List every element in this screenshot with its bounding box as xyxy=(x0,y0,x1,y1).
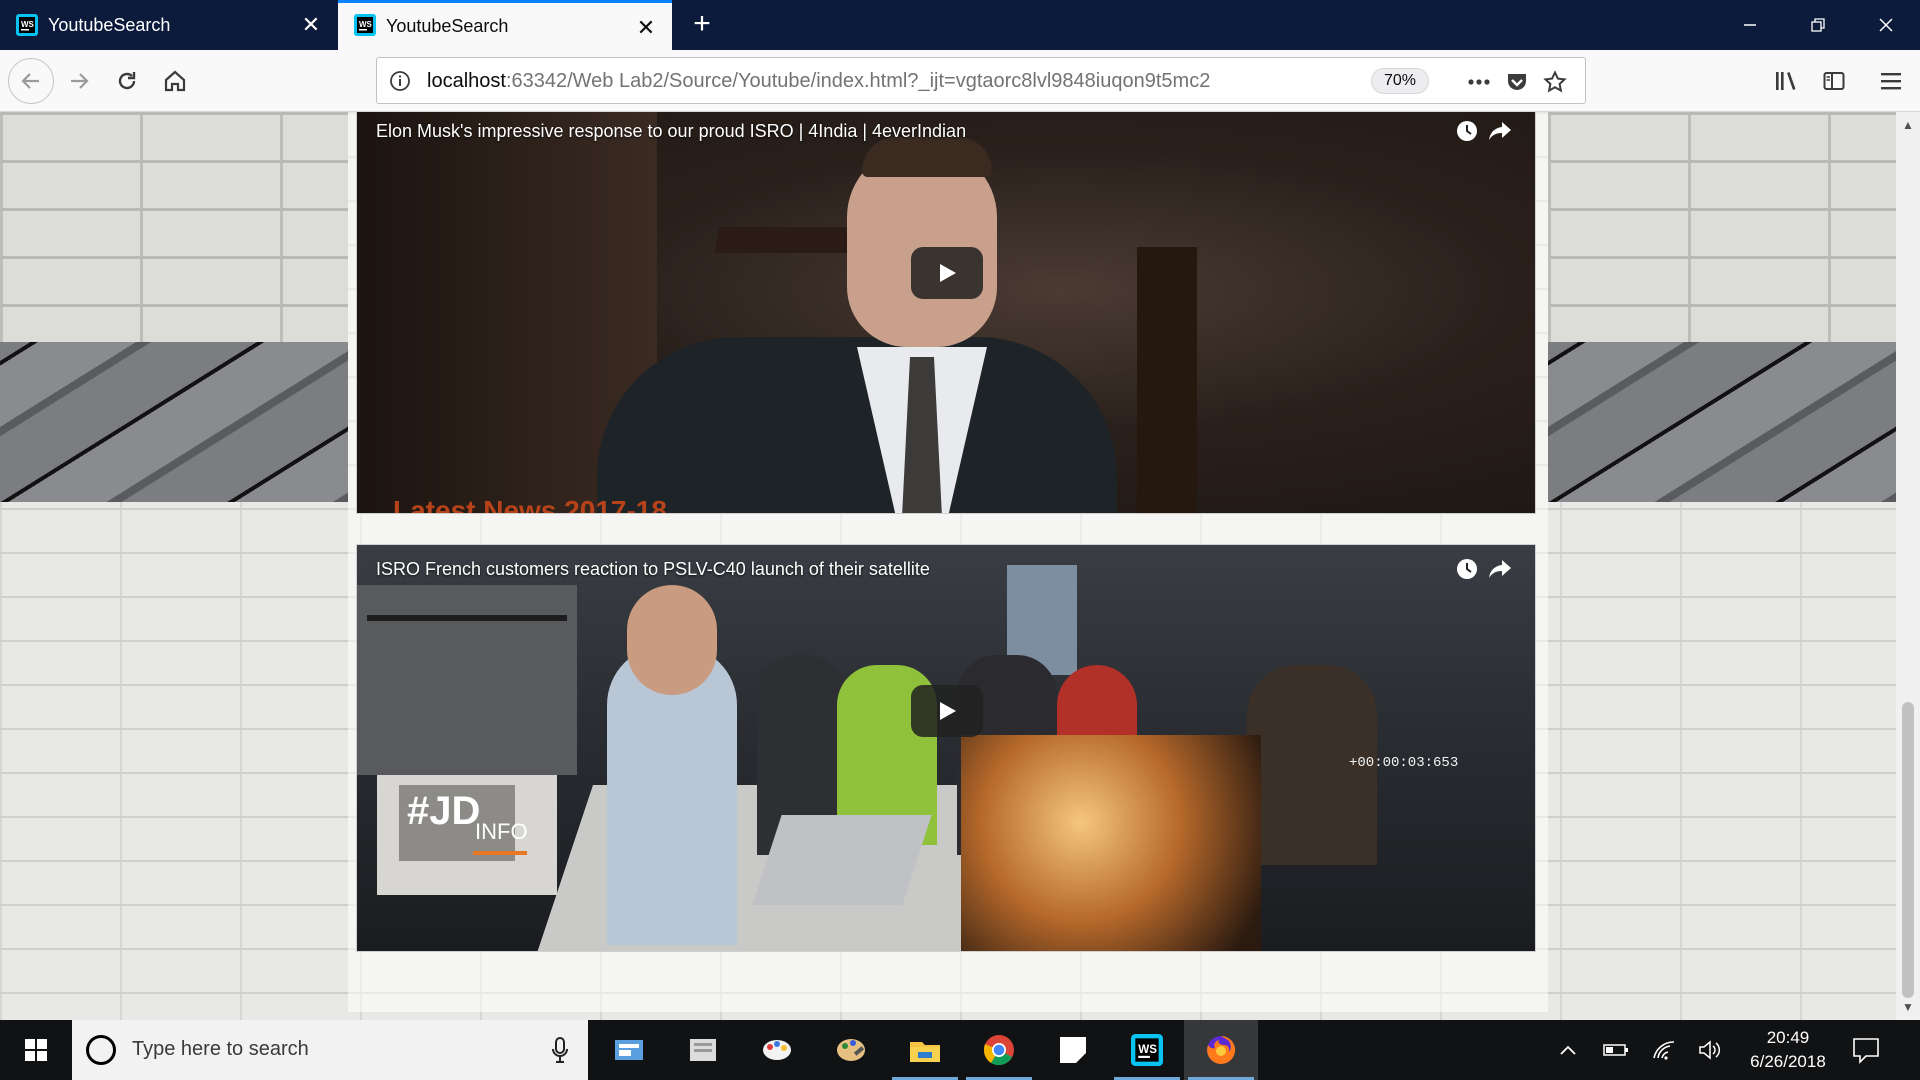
share-icon[interactable] xyxy=(1487,557,1513,581)
firefox-icon[interactable] xyxy=(1184,1020,1258,1080)
clock-time: 20:49 xyxy=(1766,1028,1810,1047)
close-icon[interactable]: ✕ xyxy=(301,14,321,36)
library-icon[interactable] xyxy=(1768,62,1806,100)
taskbar: Type here to search WS 20:49 6/26/2018 xyxy=(0,1020,1920,1080)
mic-icon[interactable] xyxy=(550,1036,570,1064)
close-window-icon[interactable] xyxy=(1852,0,1920,50)
info-icon[interactable] xyxy=(389,70,411,92)
restore-icon[interactable] xyxy=(1784,0,1852,50)
brick-wall-left xyxy=(0,112,348,342)
home-icon[interactable] xyxy=(156,62,194,100)
scene-shelf xyxy=(357,585,577,775)
channel-logo-underline xyxy=(473,851,527,855)
close-icon[interactable]: ✕ xyxy=(636,17,656,39)
more-icon[interactable] xyxy=(1465,68,1493,96)
video-card[interactable]: Latest News 2017-18 Elon Musk's impressi… xyxy=(356,112,1536,514)
taskbar-app-sticky-notes[interactable] xyxy=(1036,1020,1110,1080)
plus-icon[interactable]: + xyxy=(685,8,719,42)
svg-text:WS: WS xyxy=(1138,1043,1157,1056)
reload-icon[interactable] xyxy=(108,62,146,100)
vertical-scrollbar[interactable]: ▲ ▼ xyxy=(1896,112,1920,1020)
notification-icon[interactable] xyxy=(1850,1034,1882,1066)
taskbar-app-documents[interactable] xyxy=(666,1020,740,1080)
chrome-icon[interactable] xyxy=(962,1020,1036,1080)
cortana-icon xyxy=(86,1035,116,1065)
nav-toolbar: localhost:63342/Web Lab2/Source/Youtube/… xyxy=(0,50,1920,112)
clock-icon[interactable] xyxy=(1455,119,1479,143)
back-icon[interactable] xyxy=(8,58,54,104)
video-title[interactable]: Elon Musk's impressive response to our p… xyxy=(376,121,966,142)
clock-icon[interactable] xyxy=(1455,557,1479,581)
scene-suit xyxy=(597,337,1117,513)
url-host: localhost xyxy=(427,70,506,92)
search-placeholder: Type here to search xyxy=(132,1038,309,1060)
channel-logo: #JD xyxy=(407,789,481,833)
brick-wall-right xyxy=(1548,112,1896,342)
play-icon xyxy=(940,264,956,282)
star-icon[interactable] xyxy=(1541,68,1569,96)
scroll-thumb[interactable] xyxy=(1902,702,1914,998)
url-text[interactable]: localhost:63342/Web Lab2/Source/Youtube/… xyxy=(427,70,1210,93)
wifi-icon[interactable] xyxy=(1644,1020,1684,1080)
wood-floor-right xyxy=(1548,342,1896,502)
webstorm-icon: WS xyxy=(16,14,38,36)
scene-hair xyxy=(862,137,992,177)
folder-icon[interactable] xyxy=(888,1020,962,1080)
taskbar-clock[interactable]: 20:49 6/26/2018 xyxy=(1738,1026,1838,1074)
overlay-caption: Latest News 2017-18 xyxy=(393,495,667,514)
scroll-down-icon[interactable]: ▼ xyxy=(1896,996,1920,1018)
pocket-icon[interactable] xyxy=(1503,68,1531,96)
zoom-level-badge[interactable]: 70% xyxy=(1371,68,1430,94)
launch-timer: +00:00:03:653 xyxy=(1349,755,1459,771)
chevron-up-icon[interactable] xyxy=(1550,1020,1586,1080)
scene-laptop xyxy=(752,815,932,905)
tab-title: YoutubeSearch xyxy=(386,16,509,36)
menu-icon[interactable] xyxy=(1872,62,1910,100)
url-path: :63342/Web Lab2/Source/Youtube/index.htm… xyxy=(505,70,1211,92)
scene-shelf-rail xyxy=(367,615,567,621)
channel-logo-sub: INFO xyxy=(475,819,528,844)
taskbar-app-paint-3d[interactable] xyxy=(814,1020,888,1080)
sidebar-icon[interactable] xyxy=(1815,62,1853,100)
tab-strip: WS YoutubeSearch ✕ WS YoutubeSearch ✕ + xyxy=(0,0,1920,50)
tab-title: YoutubeSearch xyxy=(48,14,171,35)
video-title[interactable]: ISRO French customers reaction to PSLV-C… xyxy=(376,559,930,580)
scene-person xyxy=(627,585,717,695)
minimize-icon[interactable] xyxy=(1716,0,1784,50)
play-icon xyxy=(940,702,956,720)
svg-text:WS: WS xyxy=(359,20,373,29)
scene-bar xyxy=(1137,247,1197,513)
tab-youtubesearch-1[interactable]: WS YoutubeSearch ✕ xyxy=(0,0,337,50)
launch-inset xyxy=(961,735,1261,951)
volume-icon[interactable] xyxy=(1690,1020,1730,1080)
taskbar-search[interactable]: Type here to search xyxy=(72,1020,588,1080)
tab-youtubesearch-2[interactable]: WS YoutubeSearch ✕ xyxy=(338,0,672,50)
webstorm-icon: WS xyxy=(354,14,376,36)
scroll-up-icon[interactable]: ▲ xyxy=(1896,114,1920,136)
windows-icon[interactable] xyxy=(0,1020,72,1080)
taskbar-app-paint[interactable] xyxy=(740,1020,814,1080)
taskbar-app-control-panel[interactable] xyxy=(592,1020,666,1080)
wood-floor-left xyxy=(0,342,348,502)
url-bar[interactable]: localhost:63342/Web Lab2/Source/Youtube/… xyxy=(376,57,1586,104)
webstorm-icon[interactable]: WS xyxy=(1110,1020,1184,1080)
battery-icon[interactable] xyxy=(1596,1020,1636,1080)
clock-date: 6/26/2018 xyxy=(1750,1052,1826,1071)
forward-icon[interactable] xyxy=(60,62,98,100)
svg-text:WS: WS xyxy=(21,20,35,29)
video-card[interactable]: +00:00:03:653 #JD INFO ISRO French custo… xyxy=(356,544,1536,952)
page-viewport: Latest News 2017-18 Elon Musk's impressi… xyxy=(0,112,1896,1020)
share-icon[interactable] xyxy=(1487,119,1513,143)
play-button[interactable] xyxy=(911,247,983,299)
play-button[interactable] xyxy=(911,685,983,737)
